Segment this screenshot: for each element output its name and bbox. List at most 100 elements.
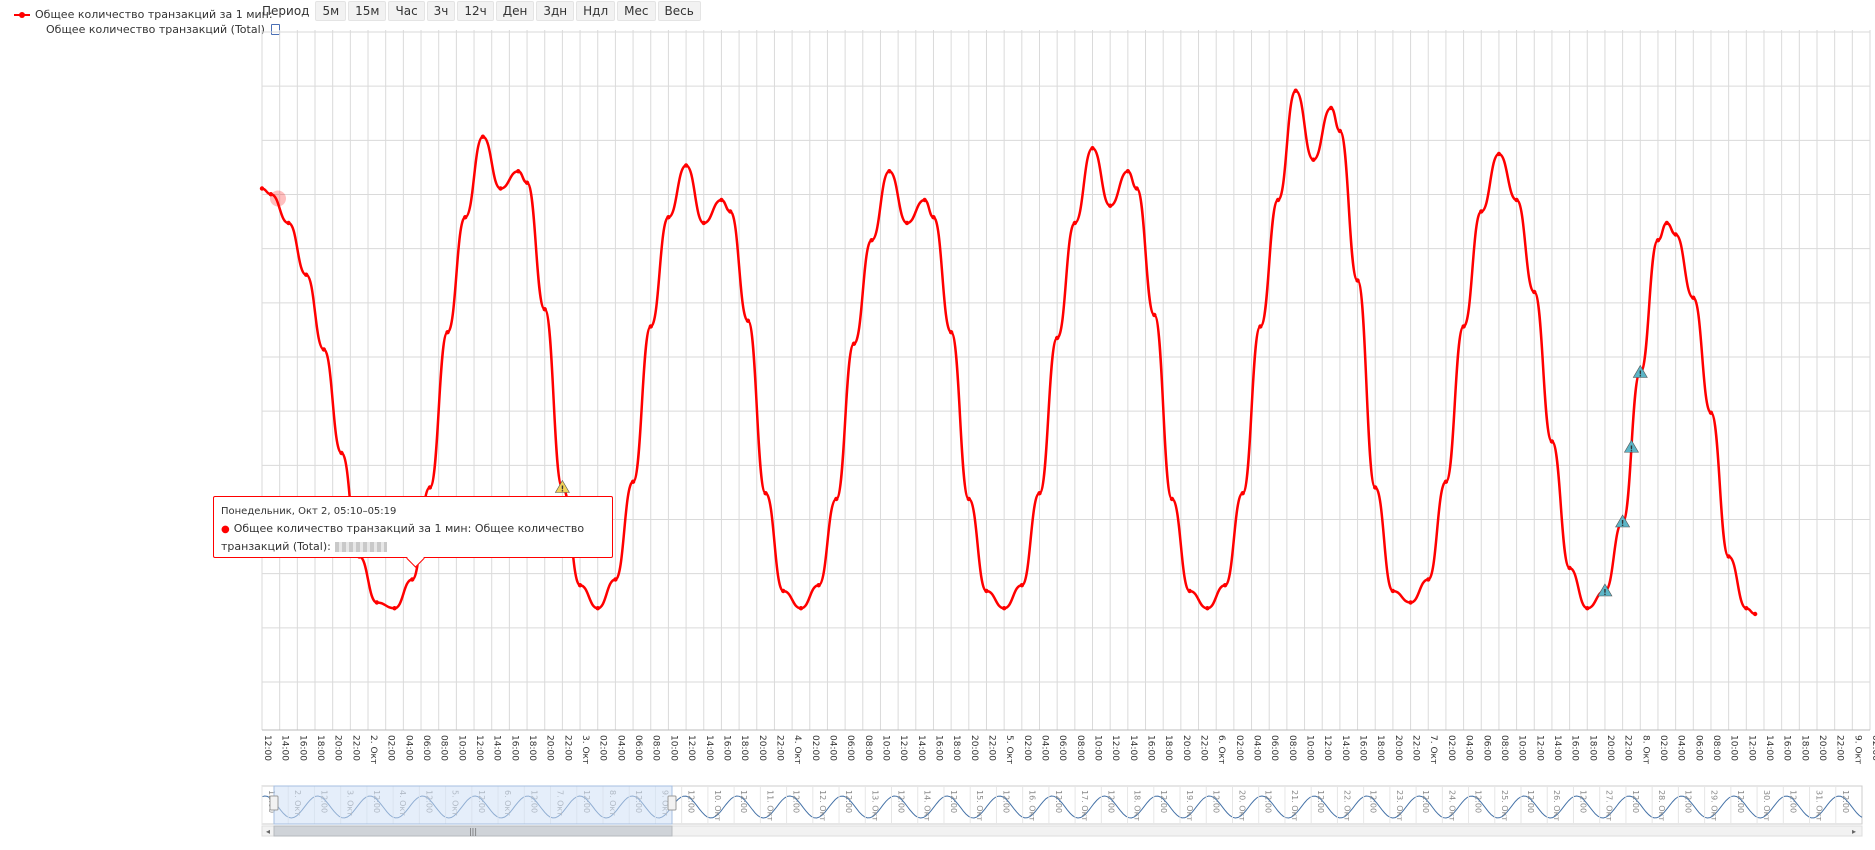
data-point[interactable] xyxy=(1328,105,1334,111)
data-point[interactable] xyxy=(1673,232,1678,237)
data-point[interactable] xyxy=(1152,312,1157,318)
warning-mark: ! xyxy=(1603,588,1607,597)
warning-mark: ! xyxy=(1630,444,1634,453)
data-point[interactable] xyxy=(728,209,733,214)
annotations[interactable]: !!!!! xyxy=(554,364,1648,598)
x-tick-label: 22:00 xyxy=(562,735,572,761)
data-point[interactable] xyxy=(303,272,309,277)
data-point[interactable] xyxy=(834,496,839,502)
data-point[interactable] xyxy=(630,479,636,484)
x-tick-label: 12:00 xyxy=(474,735,484,761)
data-point[interactable] xyxy=(798,606,804,611)
data-point[interactable] xyxy=(1585,606,1590,611)
data-point[interactable] xyxy=(1461,324,1466,329)
data-point[interactable] xyxy=(286,220,291,226)
data-point[interactable] xyxy=(1514,197,1519,203)
data-point[interactable] xyxy=(1408,600,1413,605)
data-point[interactable] xyxy=(745,318,751,323)
navigator-handle-right[interactable] xyxy=(667,795,677,811)
data-point[interactable] xyxy=(948,330,954,335)
data-point[interactable] xyxy=(1664,220,1669,226)
navigator[interactable]: 12:002. Окт12:003. Окт12:004. Окт12:005.… xyxy=(261,785,1863,837)
navigator-label: 12:00 xyxy=(844,790,853,813)
data-point[interactable] xyxy=(1187,588,1192,594)
data-point[interactable] xyxy=(763,491,768,496)
data-point[interactable] xyxy=(851,341,857,346)
data-point[interactable] xyxy=(480,134,486,139)
chart[interactable]: !!!!! 12:00 14:00 16:00 18:00 20:00 22:00 2. О… xyxy=(0,0,1875,850)
scroll-right-arrow-icon[interactable]: ▸ xyxy=(1852,827,1856,836)
data-point[interactable] xyxy=(922,197,927,203)
data-point[interactable] xyxy=(1655,238,1661,243)
data-point[interactable] xyxy=(595,606,600,611)
data-point[interactable] xyxy=(1090,146,1095,151)
data-point[interactable] xyxy=(1037,491,1042,496)
data-point[interactable] xyxy=(1107,203,1113,208)
data-point[interactable] xyxy=(1726,554,1731,559)
data-point[interactable] xyxy=(374,600,380,605)
data-point[interactable] xyxy=(869,238,874,243)
data-point[interactable] xyxy=(1205,606,1210,611)
data-point[interactable] xyxy=(781,588,786,594)
data-point[interactable] xyxy=(1426,577,1431,582)
data-point[interactable] xyxy=(1443,479,1449,484)
data-point[interactable] xyxy=(648,324,653,329)
data-point[interactable] xyxy=(1337,128,1343,134)
x-tick-label: 02:00 xyxy=(1870,735,1875,761)
data-point[interactable] xyxy=(816,583,821,588)
data-point[interactable] xyxy=(1549,439,1555,444)
data-point[interactable] xyxy=(1134,186,1139,191)
data-point[interactable] xyxy=(931,215,936,220)
data-point[interactable] xyxy=(516,169,521,174)
data-point[interactable] xyxy=(1169,496,1175,502)
data-point[interactable] xyxy=(392,606,397,611)
data-point[interactable] xyxy=(1019,583,1025,588)
data-point[interactable] xyxy=(339,450,344,456)
data-point[interactable] xyxy=(1125,169,1131,174)
data-point[interactable] xyxy=(984,588,989,594)
scroll-left-arrow-icon[interactable]: ◂ xyxy=(266,827,270,836)
x-tick-label: 18:00 xyxy=(951,735,961,761)
data-point[interactable] xyxy=(1001,606,1007,611)
data-point[interactable] xyxy=(1752,611,1758,617)
tooltip: Понедельник, Окт 2, 05:10–05:19 ● Общее к… xyxy=(213,496,613,568)
data-point[interactable] xyxy=(1293,88,1298,93)
navigator-handle-left[interactable] xyxy=(269,795,279,811)
data-point[interactable] xyxy=(683,163,689,168)
data-point[interactable] xyxy=(966,496,972,502)
data-point[interactable] xyxy=(445,330,450,335)
data-point[interactable] xyxy=(1222,583,1228,588)
data-point[interactable] xyxy=(524,180,530,185)
data-point[interactable] xyxy=(701,220,706,226)
data-point[interactable] xyxy=(1744,606,1749,611)
data-point[interactable] xyxy=(1072,220,1078,226)
data-point[interactable] xyxy=(1708,410,1714,415)
data-point[interactable] xyxy=(1258,324,1263,329)
data-point[interactable] xyxy=(1355,278,1360,283)
data-point[interactable] xyxy=(1275,197,1281,203)
data-point[interactable] xyxy=(719,197,724,203)
data-point[interactable] xyxy=(1373,485,1378,490)
data-point[interactable] xyxy=(1054,335,1060,341)
data-point[interactable] xyxy=(409,577,415,582)
data-point[interactable] xyxy=(1567,565,1572,571)
data-point[interactable] xyxy=(887,169,892,174)
data-point[interactable] xyxy=(427,485,433,490)
data-point[interactable] xyxy=(463,215,468,220)
data-point[interactable] xyxy=(542,307,547,312)
data-point[interactable] xyxy=(1240,491,1245,496)
data-point[interactable] xyxy=(498,186,503,191)
data-point[interactable] xyxy=(904,220,910,226)
data-point[interactable] xyxy=(666,215,671,220)
data-point[interactable] xyxy=(1532,289,1537,295)
data-point[interactable] xyxy=(1311,157,1316,162)
data-point[interactable] xyxy=(613,577,618,582)
data-point[interactable] xyxy=(1691,295,1696,300)
data-point[interactable] xyxy=(1390,588,1396,594)
navigator-selected-range[interactable] xyxy=(273,785,673,825)
data-point[interactable] xyxy=(1496,151,1502,157)
data-point[interactable] xyxy=(321,347,327,352)
data-point[interactable] xyxy=(259,186,265,191)
data-point[interactable] xyxy=(577,583,583,588)
data-point[interactable] xyxy=(1479,209,1484,214)
